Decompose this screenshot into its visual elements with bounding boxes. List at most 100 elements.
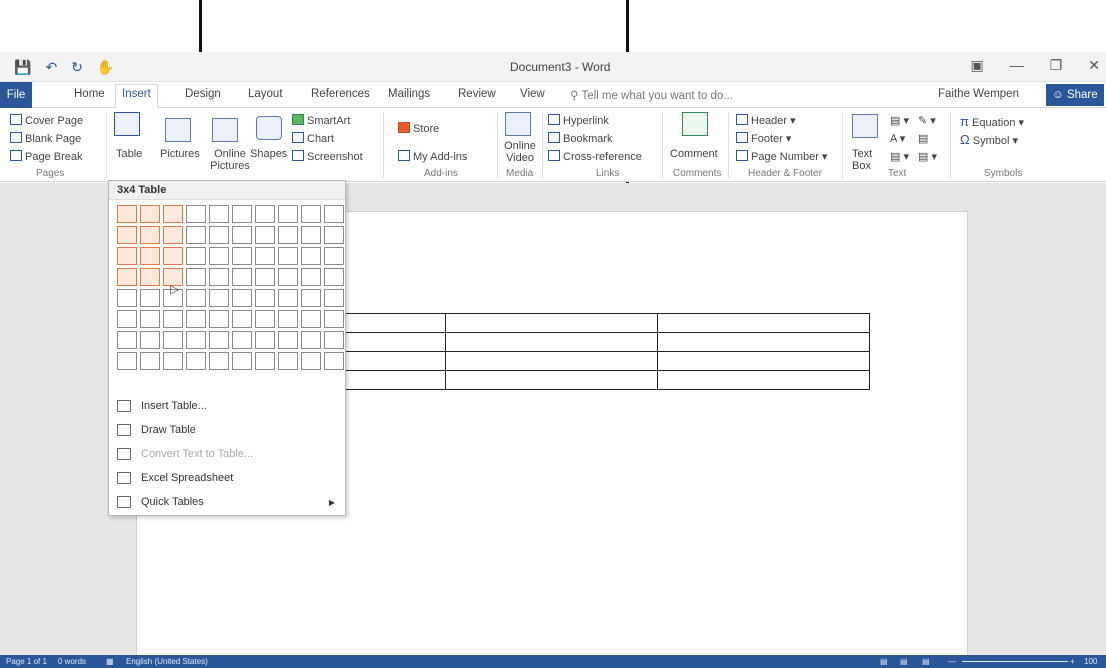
cross-reference-button[interactable]: Cross-reference [548,150,642,163]
redo-icon[interactable]: ↻ [71,59,83,76]
table-cell[interactable] [657,332,870,352]
table-grid-cell[interactable] [186,247,206,265]
header-button[interactable]: Header ▾ [736,114,796,127]
table-grid-cell[interactable] [140,205,160,223]
word-count[interactable]: 0 words [58,657,86,666]
table-grid-cell[interactable] [278,352,298,370]
table-grid-cell[interactable] [301,268,321,286]
table-menu-item[interactable]: Quick Tables ▶ [109,490,345,514]
table-grid-cell[interactable] [117,352,137,370]
quick-parts-icon[interactable]: ▤ ▾ [890,114,909,127]
table-grid-cell[interactable] [324,268,344,286]
tab-layout[interactable]: Layout [248,88,283,100]
table-grid-cell[interactable] [209,352,229,370]
table-button[interactable]: Table [116,148,142,160]
table-menu-item[interactable]: Insert Table... [109,394,345,418]
pictures-button[interactable]: Pictures [160,148,200,160]
table-grid-cell[interactable] [209,247,229,265]
table-grid-cell[interactable] [232,226,252,244]
tab-file[interactable]: File [0,82,32,108]
table-grid-cell[interactable] [163,247,183,265]
share-button[interactable]: ☺ Share [1046,84,1104,106]
table-grid-cell[interactable] [324,352,344,370]
table-grid-cell[interactable] [186,289,206,307]
table-grid-cell[interactable] [301,331,321,349]
table-cell[interactable] [657,351,870,371]
table-grid-cell[interactable] [186,205,206,223]
table-grid-cell[interactable] [140,352,160,370]
table-grid-cell[interactable] [232,310,252,328]
table-grid-cell[interactable] [324,310,344,328]
table-grid-cell[interactable] [278,331,298,349]
page-break-button[interactable]: Page Break [10,150,82,163]
table-grid-cell[interactable] [117,226,137,244]
user-name[interactable]: Faithe Wempen [938,88,1019,100]
table-grid-cell[interactable] [301,289,321,307]
table-grid-cell[interactable] [163,310,183,328]
zoom-level[interactable]: 100 [1084,657,1097,666]
tab-home[interactable]: Home [74,88,105,100]
zoom-slider[interactable] [962,661,1068,662]
table-grid-cell[interactable] [186,310,206,328]
table-grid-cell[interactable] [117,310,137,328]
table-grid[interactable] [117,205,344,370]
table-grid-cell[interactable] [232,331,252,349]
table-grid-cell[interactable] [117,205,137,223]
table-grid-cell[interactable] [209,289,229,307]
table-grid-cell[interactable] [186,268,206,286]
hyperlink-button[interactable]: Hyperlink [548,114,609,127]
language[interactable]: English (United States) [126,657,208,666]
table-grid-cell[interactable] [209,310,229,328]
online-pictures-button[interactable]: Online Pictures [207,148,253,172]
table-grid-cell[interactable] [232,247,252,265]
symbol-button[interactable]: Ω Symbol ▾ [960,132,1018,147]
table-grid-cell[interactable] [301,205,321,223]
table-grid-cell[interactable] [163,331,183,349]
table-grid-cell[interactable] [255,310,275,328]
screenshot-button[interactable]: Screenshot [292,150,363,163]
text-box-button[interactable]: Text Box [852,148,880,172]
table-grid-cell[interactable] [301,310,321,328]
tab-design[interactable]: Design [185,88,221,100]
comment-button[interactable]: Comment [670,148,718,160]
undo-icon[interactable]: ↶ [45,59,57,76]
table-grid-cell[interactable] [301,226,321,244]
print-layout-icon[interactable]: ▤ [900,657,908,666]
blank-page-button[interactable]: Blank Page [10,132,81,145]
tab-review[interactable]: Review [458,88,496,100]
table-grid-cell[interactable] [278,247,298,265]
touch-icon[interactable]: ✋ [97,59,114,76]
table-cell[interactable] [657,370,870,390]
table-grid-cell[interactable] [186,352,206,370]
table-grid-cell[interactable] [301,352,321,370]
table-grid-cell[interactable] [186,226,206,244]
tab-references[interactable]: References [311,88,370,100]
page-number-button[interactable]: Page Number ▾ [736,150,827,163]
table-grid-cell[interactable] [278,310,298,328]
table-grid-cell[interactable] [209,226,229,244]
table-cell[interactable] [445,370,658,390]
drop-cap-icon[interactable]: ▤ ▾ [890,150,909,163]
table-grid-cell[interactable] [232,268,252,286]
proofing-icon[interactable]: ▦ [106,657,114,666]
read-mode-icon[interactable]: ▤ [880,657,888,666]
table-grid-cell[interactable] [324,331,344,349]
table-grid-cell[interactable] [255,352,275,370]
cover-page-button[interactable]: Cover Page [10,114,83,127]
table-grid-cell[interactable] [209,268,229,286]
online-video-button[interactable]: Online Video [502,140,538,164]
footer-button[interactable]: Footer ▾ [736,132,791,145]
table-grid-cell[interactable] [117,331,137,349]
table-grid-cell[interactable] [163,352,183,370]
page-count[interactable]: Page 1 of 1 [6,657,47,666]
table-grid-cell[interactable] [209,205,229,223]
table-cell[interactable] [657,313,870,333]
table-grid-cell[interactable] [255,205,275,223]
table-menu-item[interactable]: Draw Table [109,418,345,442]
table-grid-cell[interactable] [140,247,160,265]
table-grid-cell[interactable] [278,268,298,286]
my-addins-button[interactable]: My Add-ins [398,150,467,163]
table-grid-cell[interactable] [209,331,229,349]
table-grid-cell[interactable] [140,226,160,244]
table-grid-cell[interactable] [255,268,275,286]
